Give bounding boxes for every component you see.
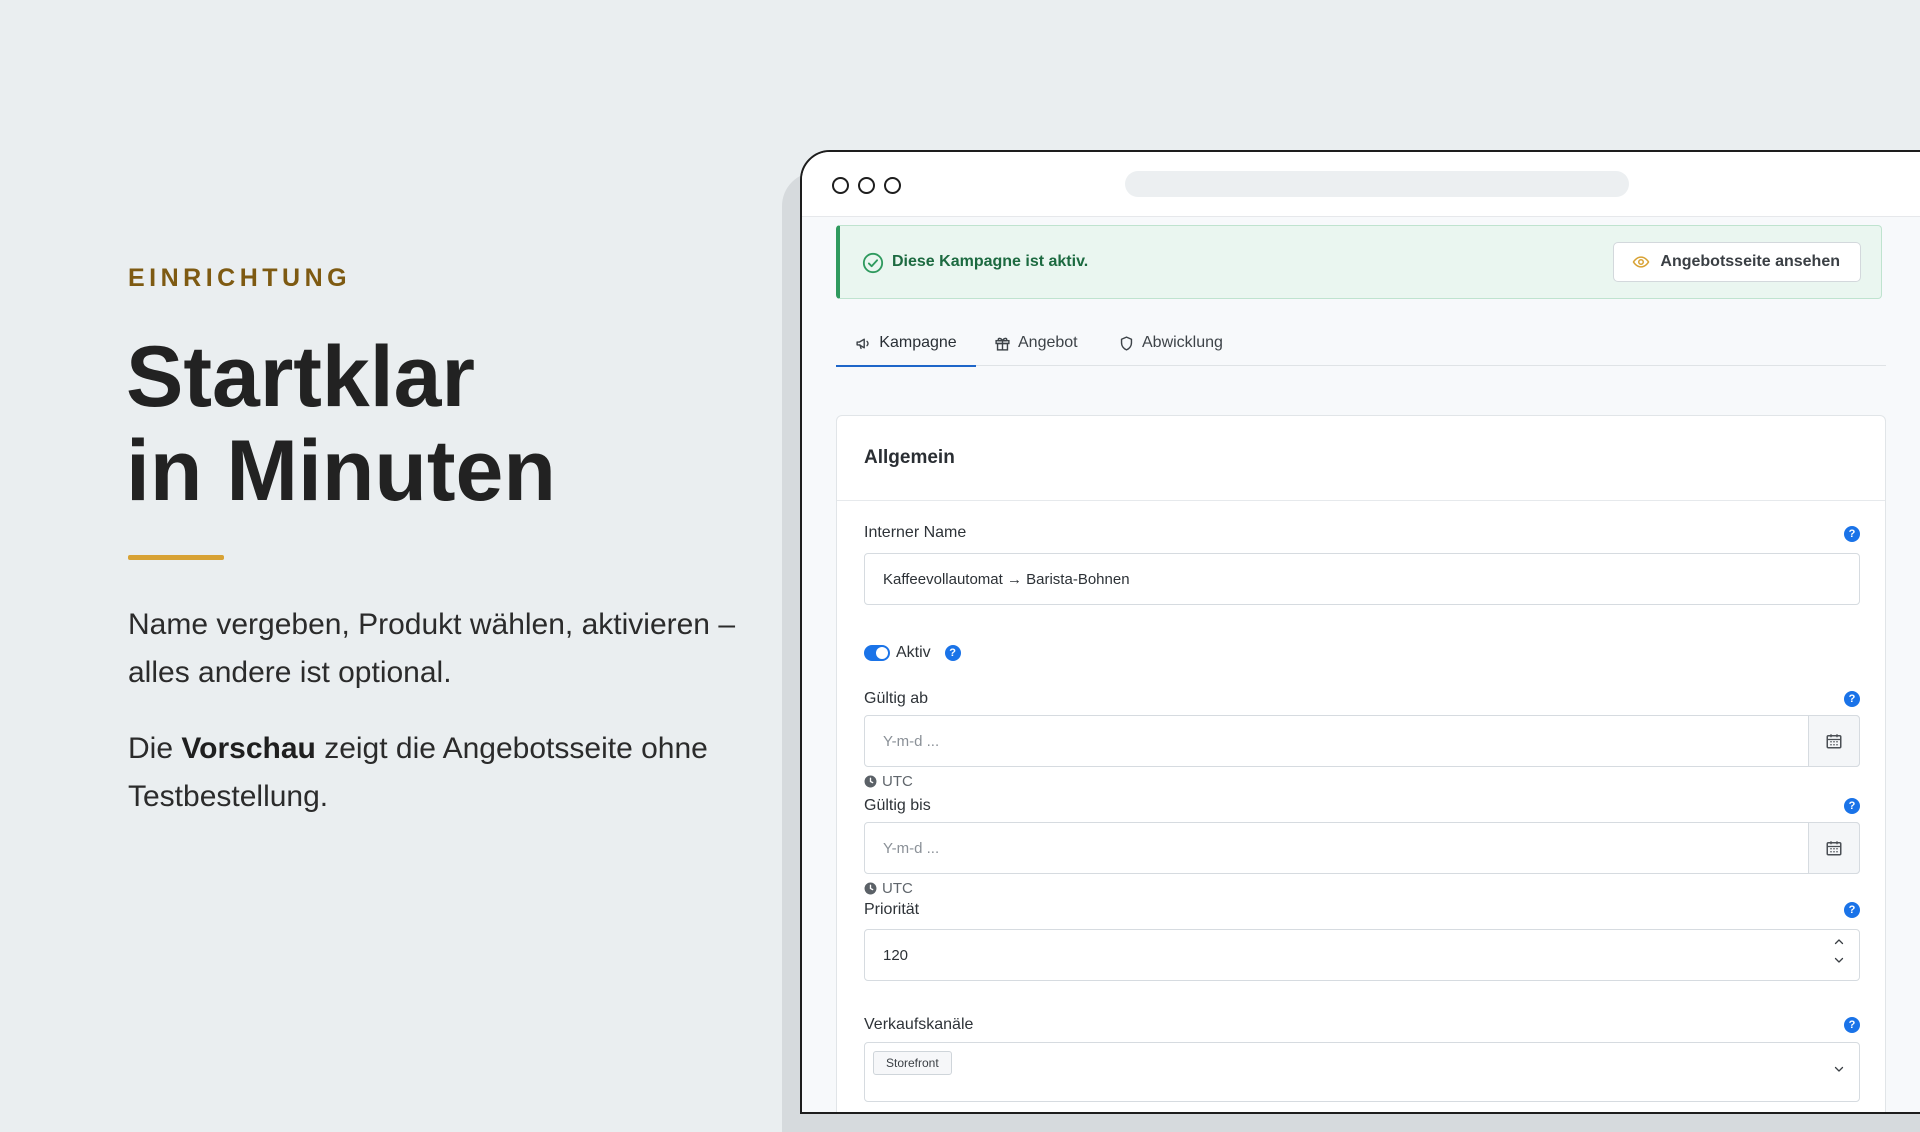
help-icon[interactable]: ? (1844, 526, 1860, 542)
window-close-dot[interactable] (832, 177, 849, 194)
hero-headline: Startklar in Minuten (126, 330, 556, 518)
eyebrow-label: EINRICHTUNG (128, 264, 352, 292)
preview-keyword: Vorschau (181, 732, 316, 765)
tab-abwicklung[interactable]: Abwicklung (1118, 321, 1223, 365)
view-offer-page-label: Angebotsseite ansehen (1660, 253, 1840, 270)
tab-angebot[interactable]: Angebot (994, 321, 1078, 365)
help-icon[interactable]: ? (944, 645, 961, 661)
help-icon[interactable]: ? (1844, 902, 1860, 918)
valid-until-placeholder: Y-m-d ... (883, 839, 940, 857)
intro-paragraph: Name vergeben, Produkt wählen, aktiviere… (128, 608, 736, 689)
alert-message: Diese Kampagne ist aktiv. (892, 253, 1089, 270)
tab-angebot-label: Angebot (1018, 334, 1078, 351)
chevron-up-icon[interactable] (1833, 936, 1845, 948)
eye-icon (1633, 256, 1650, 268)
window-minimize-dot[interactable] (858, 177, 875, 194)
megaphone-icon (856, 338, 869, 349)
valid-until-input[interactable]: Y-m-d ... (864, 822, 1860, 874)
valid-until-calendar-button[interactable] (1808, 822, 1860, 874)
app-content: Diese Kampagne ist aktiv. Angebotsseite … (802, 217, 1920, 1112)
section-title: Allgemein (864, 447, 955, 468)
valid-until-timezone-label: UTC (882, 880, 913, 897)
shield-icon (1120, 335, 1133, 351)
view-offer-page-button[interactable]: Angebotsseite ansehen (1613, 242, 1861, 282)
active-toggle-row: Aktiv ? (864, 644, 961, 662)
valid-from-timezone-label: UTC (882, 773, 913, 790)
sales-channels-label: Verkaufskanäle (864, 1016, 974, 1033)
browser-chrome (802, 152, 1920, 217)
check-circle-icon (862, 252, 884, 274)
card-header: Allgemein (837, 416, 1885, 501)
valid-from-placeholder: Y-m-d ... (883, 732, 940, 750)
preview-paragraph-prefix: Die (128, 732, 182, 765)
priority-label: Priorität (864, 901, 920, 918)
calendar-icon (1826, 841, 1842, 856)
active-toggle-label: Aktiv (896, 644, 931, 661)
valid-from-calendar-button[interactable] (1808, 715, 1860, 767)
valid-until-label: Gültig bis (864, 797, 931, 814)
priority-input[interactable]: 120 (864, 929, 1860, 981)
window-maximize-dot[interactable] (884, 177, 901, 194)
address-bar[interactable] (1125, 171, 1629, 197)
clock-icon (864, 882, 877, 895)
help-icon[interactable]: ? (1844, 798, 1860, 814)
tab-bar: Kampagne Angebot Abwicklung (836, 321, 1886, 367)
priority-stepper[interactable] (1833, 936, 1845, 966)
tab-kampagne[interactable]: Kampagne (836, 321, 976, 367)
tab-abwicklung-label: Abwicklung (1142, 334, 1223, 351)
active-toggle[interactable] (864, 645, 890, 661)
chevron-down-icon[interactable] (1833, 1063, 1845, 1075)
tab-kampagne-label: Kampagne (879, 334, 957, 351)
headline-line-2: in Minuten (126, 423, 556, 519)
chevron-down-icon[interactable] (1833, 954, 1845, 966)
help-icon[interactable]: ? (1844, 691, 1860, 707)
browser-window: Diese Kampagne ist aktiv. Angebotsseite … (800, 150, 1920, 1114)
valid-until-timezone: UTC (864, 880, 913, 897)
calendar-icon (1826, 734, 1842, 749)
valid-from-input[interactable]: Y-m-d ... (864, 715, 1860, 767)
sales-channels-select[interactable]: Storefront (864, 1042, 1860, 1102)
gift-icon (995, 337, 1010, 351)
help-icon[interactable]: ? (1844, 1017, 1860, 1033)
sales-channel-chip[interactable]: Storefront (873, 1051, 952, 1075)
accent-divider (128, 555, 224, 560)
internal-name-input[interactable]: Kaffeevollautomat → Barista-Bohnen (864, 553, 1860, 605)
internal-name-label: Interner Name (864, 524, 967, 541)
priority-value: 120 (883, 946, 909, 964)
campaign-active-alert: Diese Kampagne ist aktiv. Angebotsseite … (836, 225, 1882, 299)
clock-icon (864, 775, 877, 788)
general-settings-card: Allgemein Interner Name ? Kaffeevollauto… (836, 415, 1886, 1112)
preview-paragraph: Die Vorschau zeigt die Angebotsseite ohn… (128, 725, 768, 821)
valid-from-label: Gültig ab (864, 690, 929, 707)
headline-line-1: Startklar (126, 329, 475, 425)
valid-from-timezone: UTC (864, 773, 913, 790)
